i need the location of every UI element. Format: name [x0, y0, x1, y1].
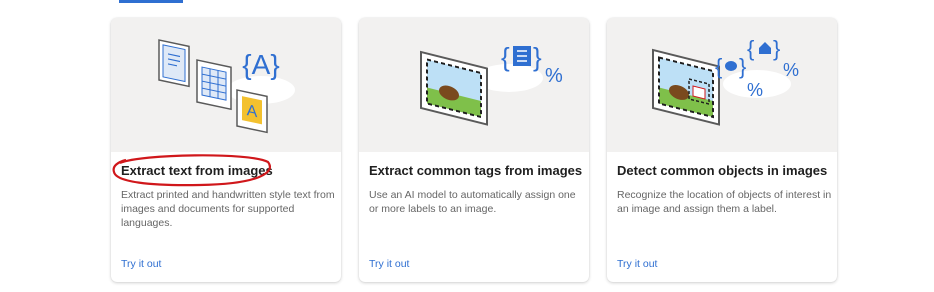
- svg-text:{: {: [715, 54, 722, 79]
- svg-text:{: {: [501, 42, 510, 72]
- svg-text:{: {: [747, 36, 754, 61]
- ocr-documents-illustration: A {A}: [111, 18, 341, 152]
- card-description: Use an AI model to automatically assign …: [369, 189, 576, 215]
- try-it-out-link[interactable]: Try it out: [121, 258, 161, 270]
- card-title: Extract common tags from images: [369, 163, 583, 178]
- active-tab-indicator: [119, 0, 183, 3]
- svg-text:}: }: [773, 36, 780, 61]
- card-title: Extract text from images: [121, 163, 273, 178]
- card-extract-text[interactable]: A {A} Extract text from images Extract p…: [111, 18, 341, 282]
- svg-text:%: %: [747, 80, 763, 100]
- card-extract-tags[interactable]: { } % Extract common tags from images Us…: [359, 18, 589, 282]
- svg-text:{A}: {A}: [242, 49, 279, 80]
- try-it-out-link[interactable]: Try it out: [369, 258, 409, 270]
- card-description: Extract printed and handwritten style te…: [121, 189, 335, 229]
- image-tagging-illustration: { } %: [359, 18, 589, 152]
- card-description: Recognize the location of objects of int…: [617, 189, 832, 215]
- card-title: Detect common objects in images: [617, 163, 828, 178]
- svg-text:}: }: [739, 54, 746, 79]
- svg-text:A: A: [247, 101, 258, 121]
- try-it-out-link[interactable]: Try it out: [617, 258, 657, 270]
- object-detection-illustration: { } { } % %: [607, 18, 837, 152]
- card-detect-objects[interactable]: { } { } % % Detect common objects in ima…: [607, 18, 837, 282]
- svg-text:%: %: [783, 60, 799, 80]
- svg-text:}: }: [533, 42, 542, 72]
- svg-text:%: %: [545, 65, 563, 87]
